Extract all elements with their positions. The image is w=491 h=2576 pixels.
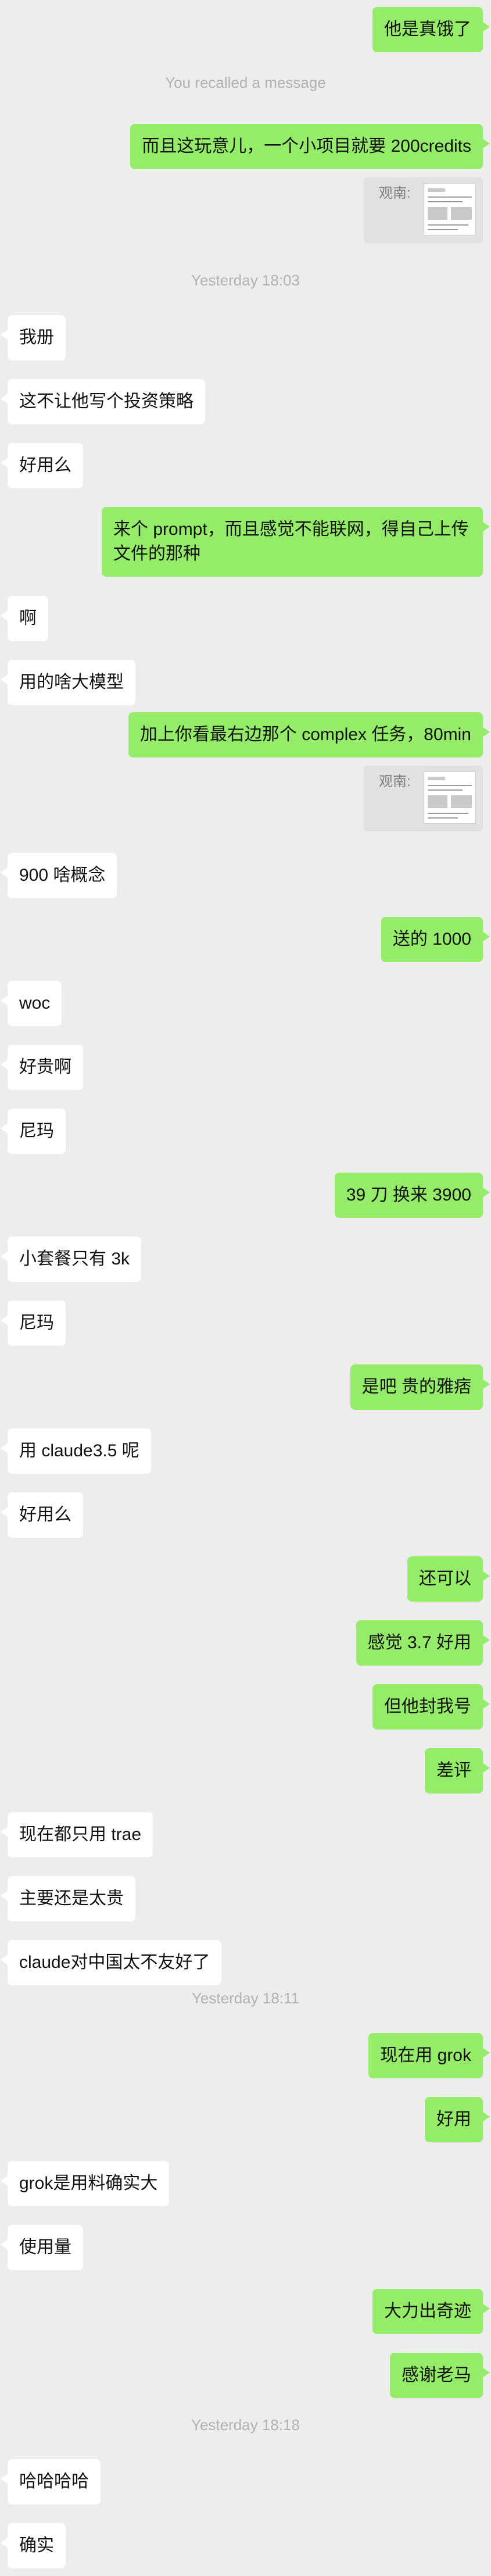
message-bubble-incoming[interactable]: 小套餐只有 3k [0,1237,142,1282]
quote-sender-label: 观南: [379,185,411,201]
message-bubble-outgoing[interactable]: 还可以 [407,1556,490,1602]
message-bubble-incoming[interactable]: 用的啥大模型 [1,660,135,705]
message-bubble-incoming[interactable]: 900 啥概念 [0,853,117,898]
message-bubble-outgoing[interactable]: 感谢老马 [390,2353,490,2398]
screenshot-thumbnail[interactable] [424,771,476,824]
message-bubble-incoming[interactable]: woc [0,981,62,1026]
quoted-image-reply[interactable]: 观南: [364,177,483,243]
message-bubble-incoming[interactable]: 确实 [1,2523,66,2568]
message-bubble-incoming[interactable]: 好贵啊 [1,1045,83,1090]
message-bubble-outgoing[interactable]: 送的 1000 [381,917,490,962]
message-bubble-outgoing[interactable]: 来个 prompt，而且感觉不能联网，得自己上传文件的那种 [102,507,490,577]
message-bubble-outgoing[interactable]: 而且这玩意儿，一个小项目就要 200credits [130,124,490,169]
message-bubble-incoming[interactable]: 好用么 [1,443,83,488]
recalled-notice: You recalled a message [165,74,326,91]
message-bubble-outgoing[interactable]: 大力出奇迹 [372,2289,490,2334]
message-bubble-outgoing[interactable]: 他是真饿了 [372,7,490,52]
message-bubble-incoming[interactable]: 尼玛 [1,1109,66,1154]
message-bubble-outgoing[interactable]: 好用 [425,2097,490,2142]
message-bubble-incoming[interactable]: 我册 [1,315,66,360]
message-bubble-incoming[interactable]: 这不让他写个投资策略 [1,379,205,424]
message-bubble-incoming[interactable]: 好用么 [1,1492,83,1538]
timestamp-divider: Yesterday 18:11 [191,1989,300,2007]
message-bubble-incoming[interactable]: 尼玛 [1,1300,66,1346]
message-bubble-outgoing[interactable]: 是吧 贵的雅痞 [350,1364,490,1410]
timestamp-divider: Yesterday 18:03 [191,271,300,289]
timestamp-divider: Yesterday 18:18 [191,2416,300,2434]
message-bubble-incoming[interactable]: 主要还是太贵 [1,1876,135,1921]
chat-area[interactable]: 他是真饿了 You recalled a message 而且这玩意儿，一个小项… [0,0,491,2576]
quote-sender-label: 观南: [379,774,411,789]
message-bubble-incoming[interactable]: 啊 [1,596,48,641]
message-bubble-incoming[interactable]: claude对中国太不友好了 [0,1940,222,1985]
message-bubble-outgoing[interactable]: 39 刀 换来 3900 [334,1173,490,1218]
message-bubble-outgoing[interactable]: 差评 [425,1748,490,1793]
message-bubble-outgoing[interactable]: 现在用 grok [368,2033,490,2078]
message-bubble-incoming[interactable]: 使用量 [1,2225,83,2270]
message-bubble-incoming[interactable]: 现在都只用 trae [0,1812,153,1857]
message-bubble-outgoing[interactable]: 但他封我号 [372,1684,490,1730]
message-bubble-incoming[interactable]: 用 claude3.5 呢 [1,1428,151,1474]
quoted-image-reply[interactable]: 观南: [364,766,483,831]
message-bubble-incoming[interactable]: 哈哈哈哈 [1,2459,101,2504]
message-bubble-outgoing[interactable]: 加上你看最右边那个 complex 任务，80min [128,712,490,758]
message-bubble-incoming[interactable]: grok是用料确实大 [0,2161,170,2206]
screenshot-thumbnail[interactable] [424,183,476,235]
message-bubble-outgoing[interactable]: 感觉 3.7 好用 [356,1620,490,1666]
